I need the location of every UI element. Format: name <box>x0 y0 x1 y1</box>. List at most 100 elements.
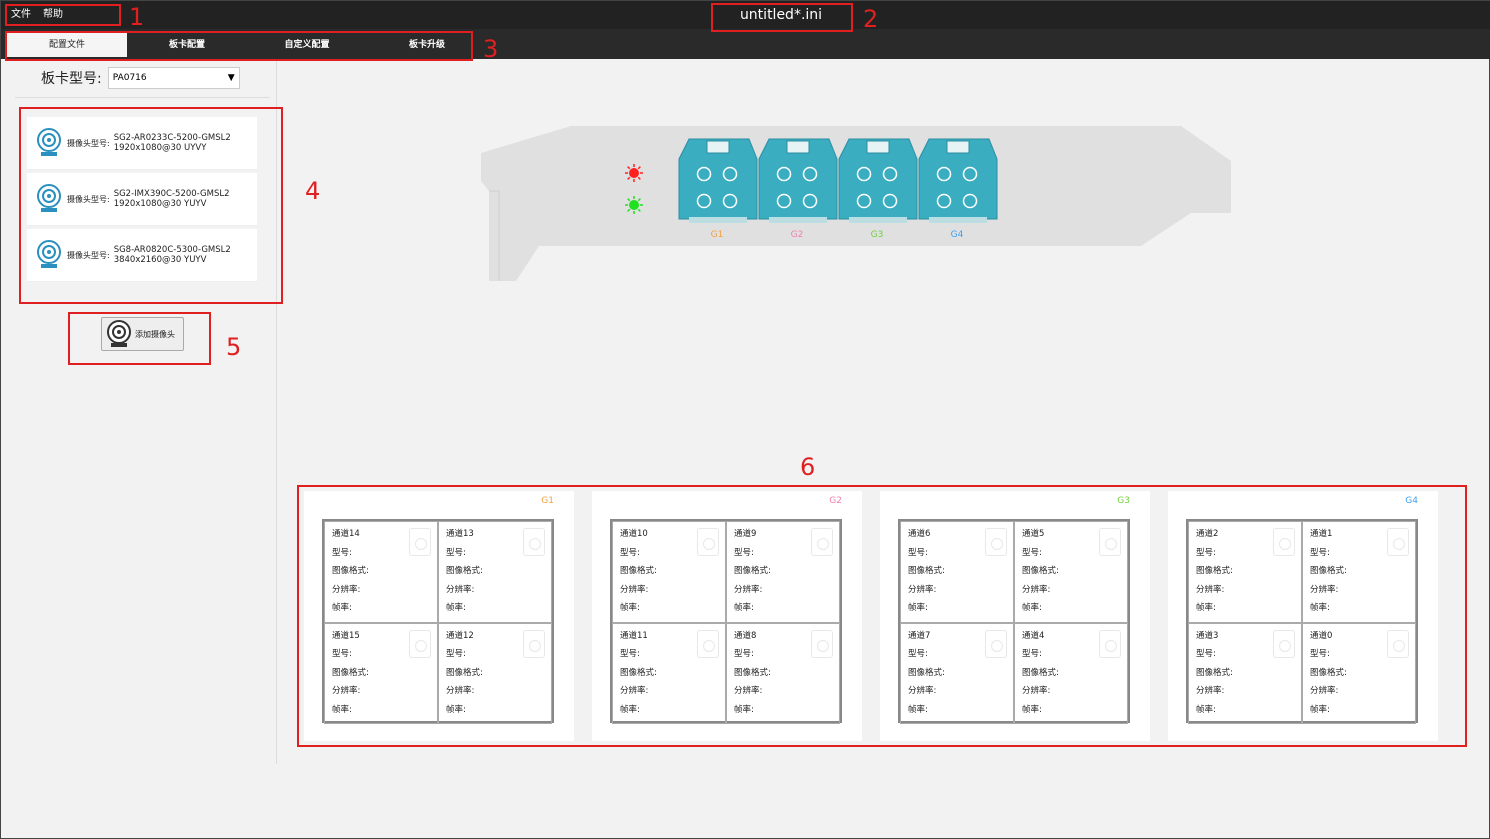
channel-cell[interactable]: 通道5 型号: 图像格式: 分辨率: 帧率: <box>1014 521 1128 623</box>
annotation-number-2: 2 <box>863 5 879 33</box>
add-camera-label: 添加摄像头 <box>135 329 175 339</box>
camera-description: SG8-AR0820C-5300-GMSL2 3840x2160@30 YUYV <box>114 245 231 265</box>
channel-cell[interactable]: 通道6 型号: 图像格式: 分辨率: 帧率: <box>900 521 1014 623</box>
channel-fps-label: 帧率: <box>332 603 352 613</box>
channel-cell[interactable]: 通道2 型号: 图像格式: 分辨率: 帧率: <box>1188 521 1302 623</box>
channel-format-label: 图像格式: <box>1196 566 1233 576</box>
channel-fps-label: 帧率: <box>332 704 352 715</box>
channel-cell[interactable]: 通道8 型号: 图像格式: 分辨率: 帧率: <box>726 622 840 724</box>
channel-grid: 通道14 型号: 图像格式: 分辨率: 帧率: 通道13 型号: 图像格式: 分辨率: 帧率: 通道… <box>322 519 554 724</box>
channel-groups: G1 通道14 型号: 图像格式: 分辨率: 帧率: 通道13 型号: 图像格式: 分辨率: 帧率:… <box>304 491 1464 743</box>
camera-placeholder-icon <box>985 629 1007 658</box>
channel-fps-label: 帧率: <box>1022 704 1042 715</box>
channel-fps-label: 帧率: <box>446 704 466 715</box>
channel-resolution-label: 分辨率: <box>332 686 361 696</box>
annotation-number-1: 1 <box>129 3 145 31</box>
group-label: G1 <box>541 496 554 506</box>
webcam-icon <box>37 240 61 268</box>
camera-placeholder-icon <box>1273 629 1295 658</box>
channel-fps-label: 帧率: <box>1022 603 1042 613</box>
add-camera-button[interactable]: 添加摄像头 <box>101 317 184 351</box>
tab-config-file[interactable]: 配置文件 <box>7 33 127 57</box>
channel-resolution-label: 分辨率: <box>1310 686 1339 696</box>
menu-file[interactable]: 文件 <box>11 5 31 25</box>
channel-format-label: 图像格式: <box>908 667 945 678</box>
camera-kind-label: 摄像头型号: <box>67 250 110 260</box>
board-model-select[interactable]: PA0716 ▼ <box>107 67 240 89</box>
channel-cell[interactable]: 通道1 型号: 图像格式: 分辨率: 帧率: <box>1302 521 1416 623</box>
channel-cell[interactable]: 通道7 型号: 图像格式: 分辨率: 帧率: <box>900 622 1014 724</box>
channel-grid: 通道2 型号: 图像格式: 分辨率: 帧率: 通道1 型号: 图像格式: 分辨率: 帧率: 通道3 型… <box>1186 519 1418 724</box>
status-led <box>625 196 643 214</box>
channel-cell[interactable]: 通道13 型号: 图像格式: 分辨率: 帧率: <box>438 521 552 623</box>
channel-fps-label: 帧率: <box>734 603 754 613</box>
channel-format-label: 图像格式: <box>908 566 945 576</box>
camera-kind-label: 摄像头型号: <box>67 138 110 148</box>
channel-group-g1: G1 通道14 型号: 图像格式: 分辨率: 帧率: 通道13 型号: 图像格式: 分辨率: 帧率:… <box>304 491 574 741</box>
tab-board-upgrade[interactable]: 板卡升级 <box>367 33 487 57</box>
channel-format-label: 图像格式: <box>734 566 771 576</box>
channel-grid: 通道6 型号: 图像格式: 分辨率: 帧率: 通道5 型号: 图像格式: 分辨率: 帧率: 通道7 型… <box>898 519 1130 724</box>
channel-format-label: 图像格式: <box>332 667 369 678</box>
board-model-label: 板卡型号: <box>41 71 102 87</box>
title-bar: 文件 帮助 untitled*.ini <box>1 1 1490 29</box>
channel-format-label: 图像格式: <box>1310 667 1347 678</box>
channel-format-label: 图像格式: <box>446 566 483 576</box>
channel-cell[interactable]: 通道12 型号: 图像格式: 分辨率: 帧率: <box>438 622 552 724</box>
channel-cell[interactable]: 通道9 型号: 图像格式: 分辨率: 帧率: <box>726 521 840 623</box>
channel-cell[interactable]: 通道11 型号: 图像格式: 分辨率: 帧率: <box>612 622 726 724</box>
channel-resolution-label: 分辨率: <box>1196 686 1225 696</box>
channel-format-label: 图像格式: <box>1196 667 1233 678</box>
channel-resolution-label: 分辨率: <box>446 686 475 696</box>
channel-resolution-label: 分辨率: <box>908 686 937 696</box>
app-window: 文件 帮助 untitled*.ini 配置文件 板卡配置 自定义配置 板卡升级… <box>0 0 1490 839</box>
camera-list-item[interactable]: 摄像头型号: SG8-AR0820C-5300-GMSL2 3840x2160@30… <box>27 229 257 282</box>
tab-bar: 配置文件 板卡配置 自定义配置 板卡升级 <box>1 29 1490 59</box>
channel-cell[interactable]: 通道10 型号: 图像格式: 分辨率: 帧率: <box>612 521 726 623</box>
channel-format-label: 图像格式: <box>620 667 657 678</box>
webcam-icon <box>37 184 61 212</box>
channel-cell[interactable]: 通道14 型号: 图像格式: 分辨率: 帧率: <box>324 521 438 623</box>
channel-cell[interactable]: 通道0 型号: 图像格式: 分辨率: 帧率: <box>1302 622 1416 724</box>
channel-cell[interactable]: 通道3 型号: 图像格式: 分辨率: 帧率: <box>1188 622 1302 724</box>
board-diagram: G1 G2 G3 G4 <box>481 126 1231 281</box>
camera-placeholder-icon <box>811 528 833 556</box>
channel-resolution-label: 分辨率: <box>734 584 763 595</box>
camera-placeholder-icon <box>1099 528 1121 556</box>
channel-resolution-label: 分辨率: <box>1196 584 1225 595</box>
channel-cell[interactable]: 通道15 型号: 图像格式: 分辨率: 帧率: <box>324 622 438 724</box>
webcam-icon <box>107 320 131 347</box>
channel-resolution-label: 分辨率: <box>332 584 361 595</box>
chevron-down-icon: ▼ <box>227 73 235 83</box>
tab-board-config[interactable]: 板卡配置 <box>127 33 247 57</box>
channel-fps-label: 帧率: <box>620 603 640 613</box>
camera-list-item[interactable]: 摄像头型号: SG2-IMX390C-5200-GMSL2 1920x1080@30… <box>27 173 257 226</box>
channel-cell[interactable]: 通道4 型号: 图像格式: 分辨率: 帧率: <box>1014 622 1128 724</box>
webcam-icon <box>37 128 61 156</box>
camera-list-item[interactable]: 摄像头型号: SG2-AR0233C-5200-GMSL2 1920x1080@30… <box>27 117 257 170</box>
channel-fps-label: 帧率: <box>446 603 466 613</box>
board-model-value: PA0716 <box>112 73 147 83</box>
camera-format: 1920x1080@30 UYVY <box>113 143 207 153</box>
channel-resolution-label: 分辨率: <box>620 584 649 595</box>
channel-format-label: 图像格式: <box>332 566 369 576</box>
channel-grid: 通道10 型号: 图像格式: 分辨率: 帧率: 通道9 型号: 图像格式: 分辨率: 帧率: 通道1… <box>610 519 842 724</box>
channel-group-g3: G3 通道6 型号: 图像格式: 分辨率: 帧率: 通道5 型号: 图像格式: 分辨率: 帧率: 通道… <box>880 491 1150 741</box>
channel-fps-label: 帧率: <box>620 704 640 715</box>
camera-list: 摄像头型号: SG2-AR0233C-5200-GMSL2 1920x1080@30… <box>27 117 257 285</box>
channel-format-label: 图像格式: <box>620 566 657 576</box>
menu-help[interactable]: 帮助 <box>43 5 63 25</box>
channel-format-label: 图像格式: <box>734 667 771 678</box>
annotation-number-6: 6 <box>800 453 816 481</box>
tab-custom-config[interactable]: 自定义配置 <box>247 33 367 57</box>
camera-placeholder-icon <box>523 629 545 658</box>
camera-placeholder-icon <box>409 528 431 556</box>
channel-fps-label: 帧率: <box>1196 603 1216 613</box>
port-label: G4 <box>951 230 964 240</box>
channel-group-g2: G2 通道10 型号: 图像格式: 分辨率: 帧率: 通道9 型号: 图像格式: 分辨率: 帧率: 通… <box>592 491 862 741</box>
channel-resolution-label: 分辨率: <box>734 686 763 696</box>
channel-format-label: 图像格式: <box>446 667 483 678</box>
annotation-number-4: 4 <box>305 177 321 205</box>
camera-placeholder-icon <box>409 629 431 658</box>
camera-model: SG2-IMX390C-5200-GMSL2 <box>113 189 230 199</box>
